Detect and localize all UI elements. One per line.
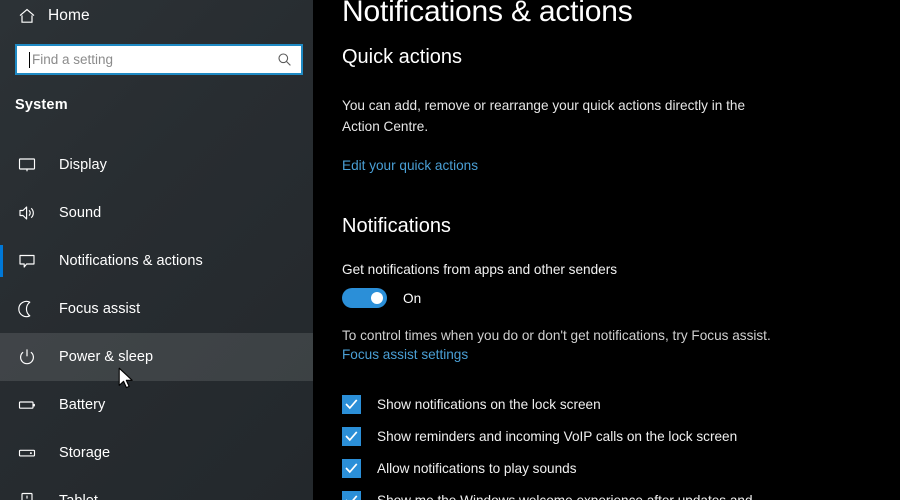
sidebar-item-label: Display (59, 157, 107, 173)
get-notifications-label: Get notifications from apps and other se… (342, 262, 618, 277)
checkbox-label: Allow notifications to play sounds (377, 460, 577, 476)
toggle-state-label: On (403, 290, 422, 306)
notification-options-list: Show notifications on the lock screen Sh… (342, 388, 887, 500)
toggle-knob (371, 292, 383, 304)
sidebar-group-title: System (15, 97, 68, 113)
sidebar-nav-list: Display Sound Notifications & actions Fo… (0, 141, 313, 500)
focus-assist-settings-link[interactable]: Focus assist settings (342, 347, 468, 362)
sidebar-item-storage[interactable]: Storage (0, 429, 313, 477)
monitor-icon (14, 155, 40, 175)
sidebar-item-label: Power & sleep (59, 349, 154, 365)
tablet-icon (14, 491, 40, 500)
focus-assist-hint: To control times when you do or don't ge… (342, 328, 771, 343)
page-title: Notifications & actions (342, 0, 633, 28)
checkbox-label: Show me the Windows welcome experience a… (377, 492, 753, 500)
search-box[interactable] (15, 44, 303, 75)
sidebar-item-sound[interactable]: Sound (0, 189, 313, 237)
notifications-heading: Notifications (342, 215, 451, 237)
sidebar-item-power-and-sleep[interactable]: Power & sleep (0, 333, 313, 381)
sidebar-item-home[interactable]: Home (0, 0, 313, 32)
get-notifications-toggle[interactable] (342, 288, 387, 308)
check-icon[interactable] (342, 426, 361, 446)
storage-icon (14, 443, 40, 463)
check-icon[interactable] (342, 490, 361, 500)
battery-icon (14, 395, 40, 415)
checkbox-label: Show notifications on the lock screen (377, 396, 601, 412)
sidebar-item-battery[interactable]: Battery (0, 381, 313, 429)
get-notifications-toggle-row: On (342, 288, 421, 308)
checkbox-row[interactable]: Show me the Windows welcome experience a… (342, 484, 887, 500)
sidebar-item-display[interactable]: Display (0, 141, 313, 189)
home-label: Home (48, 7, 90, 24)
speech-bubble-icon (14, 251, 40, 271)
power-icon (14, 347, 40, 367)
checkbox-label: Show reminders and incoming VoIP calls o… (377, 428, 738, 444)
checkbox-row[interactable]: Show notifications on the lock screen (342, 388, 887, 420)
checkbox-row[interactable]: Allow notifications to play sounds (342, 452, 887, 484)
settings-sidebar: Home System Display (0, 0, 313, 500)
sidebar-item-label: Focus assist (59, 301, 141, 317)
sidebar-item-label: Battery (59, 397, 106, 413)
edit-quick-actions-link[interactable]: Edit your quick actions (342, 158, 478, 173)
sidebar-item-notifications-and-actions[interactable]: Notifications & actions (0, 237, 313, 285)
checkbox-row[interactable]: Show reminders and incoming VoIP calls o… (342, 420, 887, 452)
settings-window: Home System Display (0, 0, 900, 500)
quick-actions-description: You can add, remove or rearrange your qu… (342, 98, 745, 134)
sidebar-item-label: Storage (59, 445, 111, 461)
check-icon[interactable] (342, 458, 361, 478)
home-icon (14, 7, 40, 25)
sidebar-item-label: Tablet (59, 493, 98, 500)
search-input[interactable] (30, 46, 267, 73)
search-icon[interactable] (267, 46, 301, 73)
sidebar-item-focus-assist[interactable]: Focus assist (0, 285, 313, 333)
sidebar-item-label: Notifications & actions (59, 253, 203, 269)
sidebar-item-label: Sound (59, 205, 102, 221)
settings-main-pane: Notifications & actions Quick actions Yo… (313, 0, 900, 500)
speaker-icon (14, 203, 40, 223)
quick-actions-heading: Quick actions (342, 46, 463, 68)
moon-icon (14, 299, 40, 319)
check-icon[interactable] (342, 394, 361, 414)
sidebar-item-tablet[interactable]: Tablet (0, 477, 313, 500)
